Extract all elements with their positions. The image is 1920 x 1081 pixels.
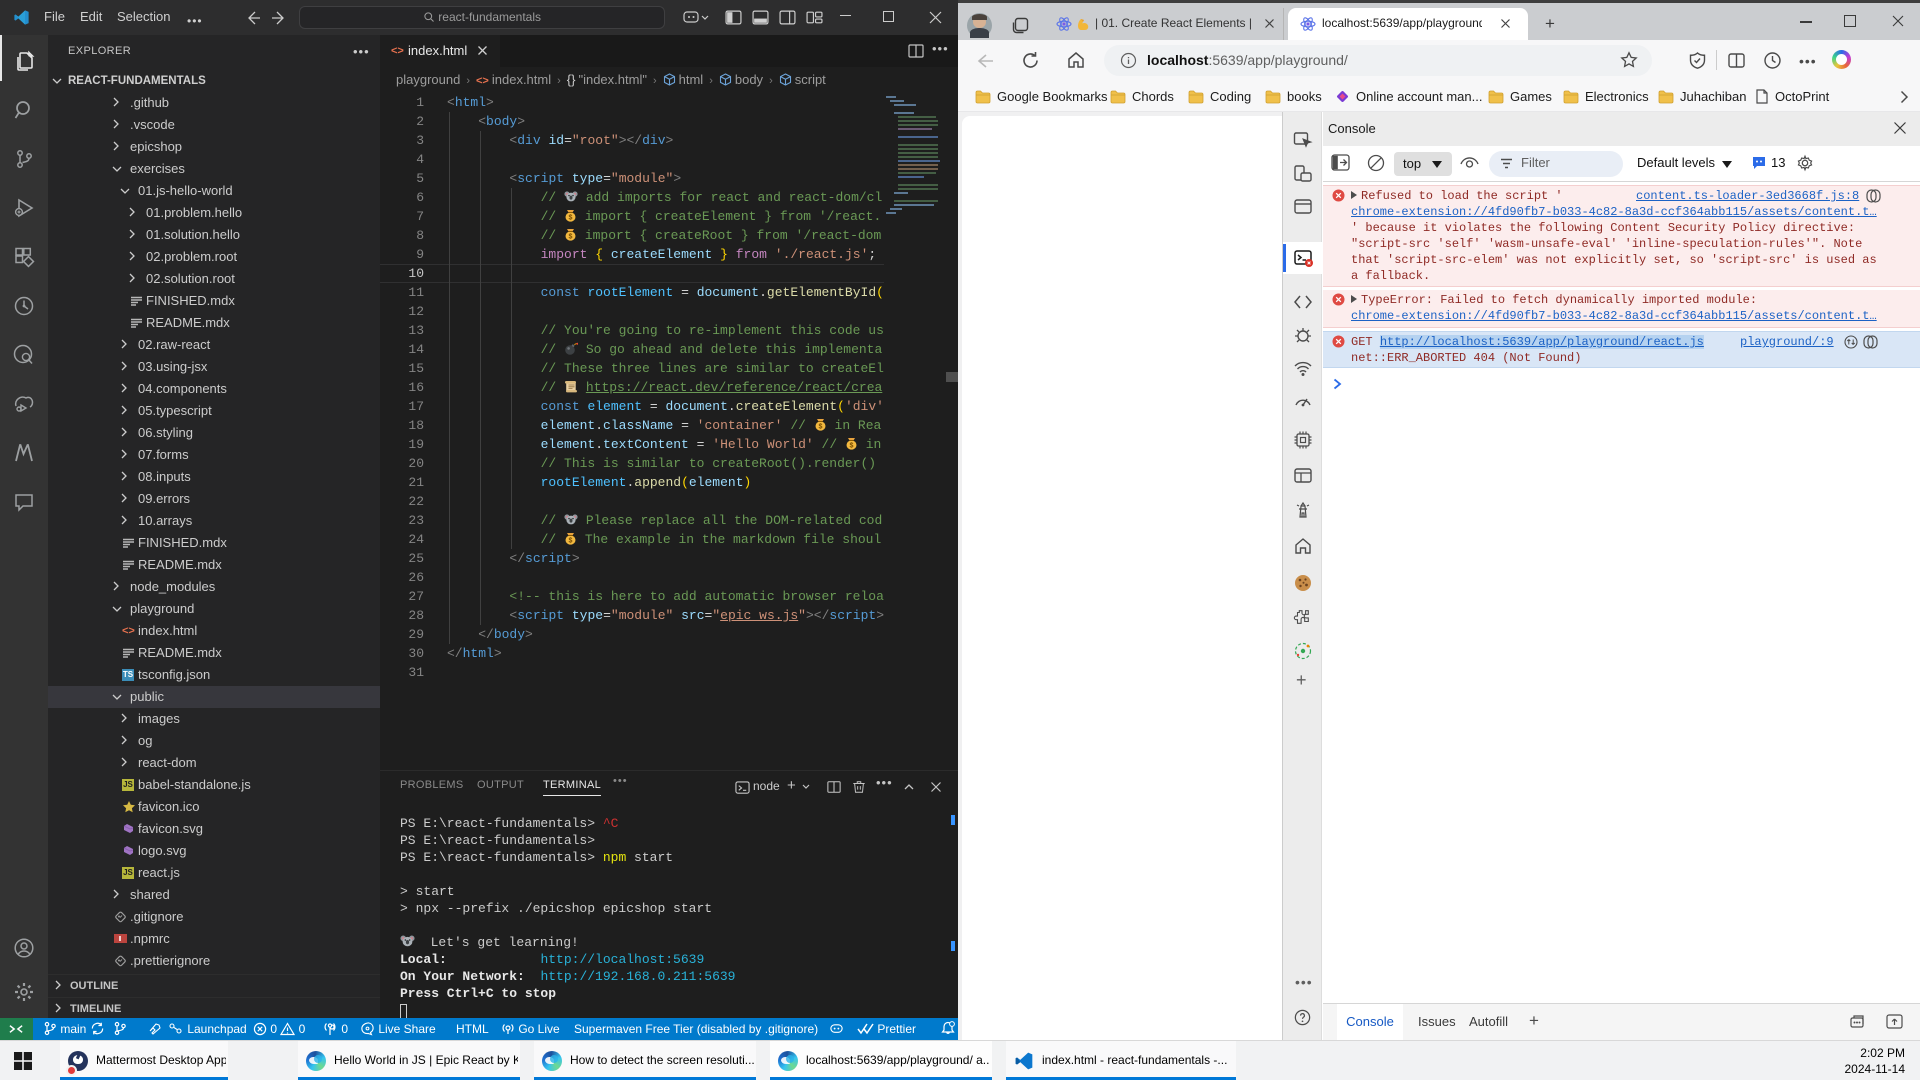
svg-text:$: $ xyxy=(818,424,822,432)
svg-text:$: $ xyxy=(568,215,572,223)
svg-text:$: $ xyxy=(568,234,572,242)
svg-text:$: $ xyxy=(568,538,572,546)
svg-text:$: $ xyxy=(849,443,853,451)
